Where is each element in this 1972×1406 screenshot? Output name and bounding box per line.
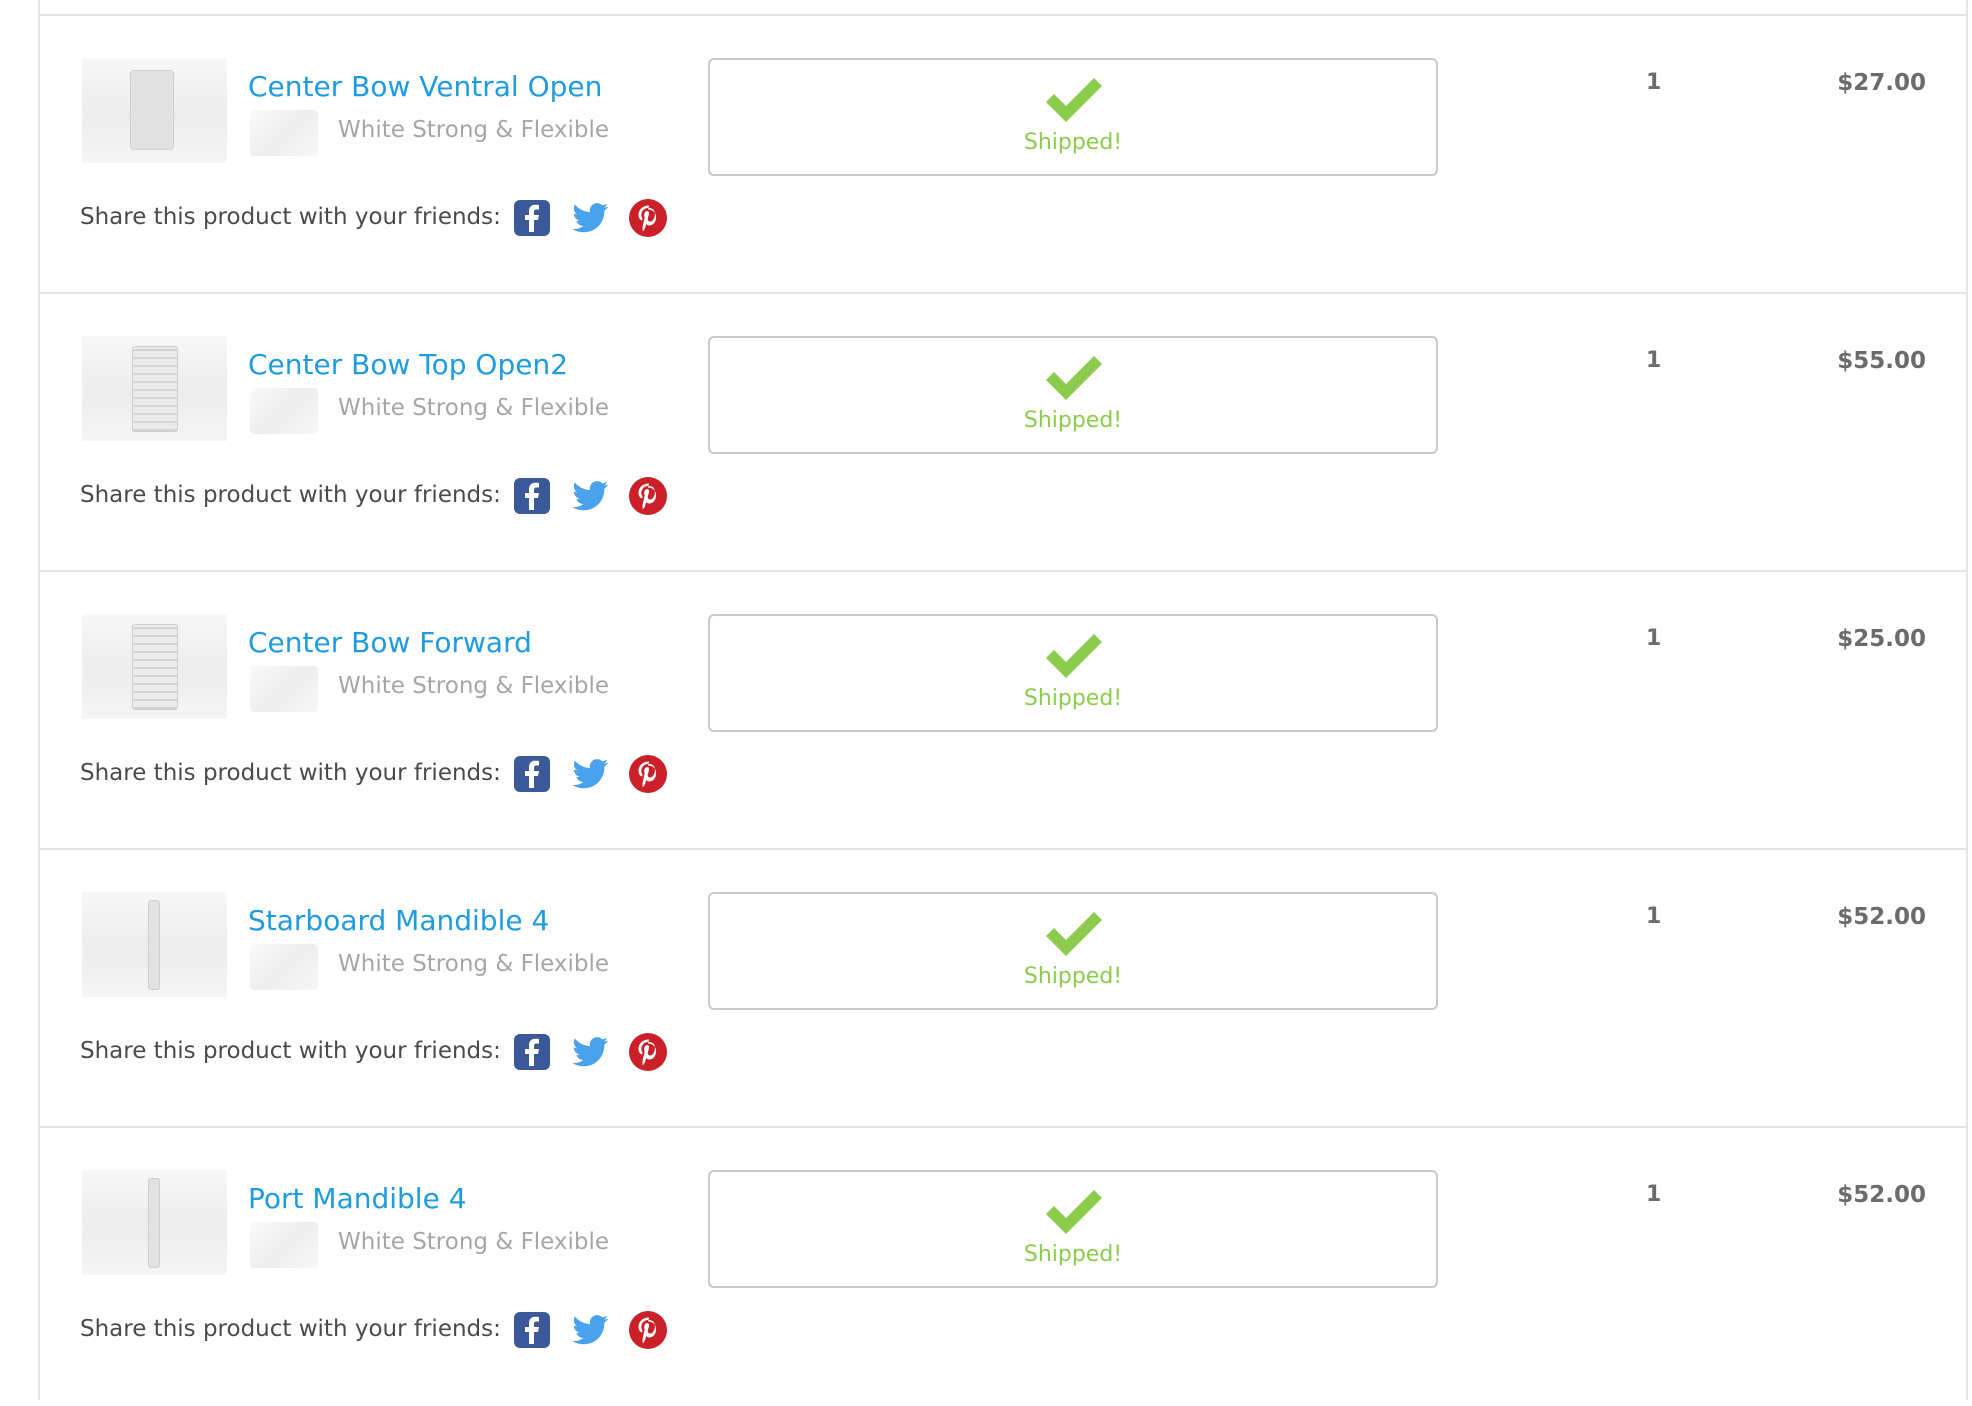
quantity: 1 bbox=[1646, 626, 1662, 651]
product-model-image bbox=[132, 346, 178, 432]
shipping-status-box: Shipped! bbox=[708, 336, 1438, 454]
shipping-status-box: Shipped! bbox=[708, 614, 1438, 732]
material-name: White Strong & Flexible bbox=[338, 395, 610, 421]
twitter-share-button[interactable] bbox=[570, 476, 610, 516]
quantity: 1 bbox=[1646, 70, 1662, 95]
quantity: 1 bbox=[1646, 348, 1662, 373]
shipping-status-box: Shipped! bbox=[708, 1170, 1438, 1288]
twitter-share-button[interactable] bbox=[570, 754, 610, 794]
share-label: Share this product with your friends: bbox=[80, 482, 501, 508]
product-thumbnail[interactable] bbox=[82, 1170, 227, 1275]
shipping-status-text: Shipped! bbox=[1023, 408, 1123, 433]
material-name: White Strong & Flexible bbox=[338, 117, 610, 143]
checkmark-icon bbox=[1043, 1188, 1105, 1238]
pinterest-share-button[interactable] bbox=[628, 1310, 668, 1350]
twitter-icon bbox=[572, 1315, 608, 1345]
shipping-status-text: Shipped! bbox=[1023, 130, 1123, 155]
price: $52.00 bbox=[1837, 1182, 1926, 1208]
material-swatch bbox=[250, 666, 318, 712]
order-item: Starboard Mandible 4 White Strong & Flex… bbox=[40, 850, 1966, 1128]
product-thumbnail[interactable] bbox=[82, 58, 227, 163]
material-name: White Strong & Flexible bbox=[338, 673, 610, 699]
facebook-share-button[interactable] bbox=[512, 1310, 552, 1350]
facebook-icon bbox=[514, 1312, 550, 1348]
product-model-image bbox=[148, 900, 160, 990]
order-item: Center Bow Top Open2 White Strong & Flex… bbox=[40, 294, 1966, 572]
shipping-status-box: Shipped! bbox=[708, 892, 1438, 1010]
checkmark-icon bbox=[1043, 76, 1105, 126]
material-swatch bbox=[250, 110, 318, 156]
price: $25.00 bbox=[1837, 626, 1926, 652]
pinterest-share-button[interactable] bbox=[628, 754, 668, 794]
twitter-icon bbox=[572, 1037, 608, 1067]
quantity: 1 bbox=[1646, 904, 1662, 929]
pinterest-icon bbox=[629, 1311, 667, 1349]
pinterest-icon bbox=[629, 1033, 667, 1071]
pinterest-icon bbox=[629, 755, 667, 793]
twitter-share-button[interactable] bbox=[570, 1032, 610, 1072]
product-name-link[interactable]: Center Bow Top Open2 bbox=[248, 348, 568, 381]
facebook-icon bbox=[514, 1034, 550, 1070]
pinterest-share-button[interactable] bbox=[628, 198, 668, 238]
facebook-share-button[interactable] bbox=[512, 476, 552, 516]
shipping-status-text: Shipped! bbox=[1023, 686, 1123, 711]
material-swatch bbox=[250, 944, 318, 990]
product-name-link[interactable]: Starboard Mandible 4 bbox=[248, 904, 549, 937]
twitter-share-button[interactable] bbox=[570, 1310, 610, 1350]
material-name: White Strong & Flexible bbox=[338, 1229, 610, 1255]
material-swatch bbox=[250, 1222, 318, 1268]
twitter-icon bbox=[572, 759, 608, 789]
share-label: Share this product with your friends: bbox=[80, 204, 501, 230]
checkmark-icon bbox=[1043, 910, 1105, 960]
twitter-share-button[interactable] bbox=[570, 198, 610, 238]
pinterest-share-button[interactable] bbox=[628, 476, 668, 516]
facebook-icon bbox=[514, 200, 550, 236]
shipping-status-text: Shipped! bbox=[1023, 964, 1123, 989]
quantity: 1 bbox=[1646, 1182, 1662, 1207]
twitter-icon bbox=[572, 203, 608, 233]
product-thumbnail[interactable] bbox=[82, 614, 227, 719]
checkmark-icon bbox=[1043, 354, 1105, 404]
price: $27.00 bbox=[1837, 70, 1926, 96]
facebook-share-button[interactable] bbox=[512, 198, 552, 238]
product-thumbnail[interactable] bbox=[82, 336, 227, 441]
share-label: Share this product with your friends: bbox=[80, 760, 501, 786]
twitter-icon bbox=[572, 481, 608, 511]
order-item: Center Bow Forward White Strong & Flexib… bbox=[40, 572, 1966, 850]
price: $52.00 bbox=[1837, 904, 1926, 930]
material-swatch bbox=[250, 388, 318, 434]
pinterest-icon bbox=[629, 199, 667, 237]
order-items-list: Center Bow Ventral Open White Strong & F… bbox=[38, 0, 1968, 1400]
product-model-image bbox=[132, 624, 178, 710]
facebook-icon bbox=[514, 478, 550, 514]
price: $55.00 bbox=[1837, 348, 1926, 374]
share-label: Share this product with your friends: bbox=[80, 1316, 501, 1342]
facebook-share-button[interactable] bbox=[512, 1032, 552, 1072]
share-label: Share this product with your friends: bbox=[80, 1038, 501, 1064]
shipping-status-text: Shipped! bbox=[1023, 1242, 1123, 1267]
product-name-link[interactable]: Center Bow Ventral Open bbox=[248, 70, 602, 103]
product-model-image bbox=[148, 1178, 160, 1268]
shipping-status-box: Shipped! bbox=[708, 58, 1438, 176]
product-model-image bbox=[130, 70, 174, 150]
material-name: White Strong & Flexible bbox=[338, 951, 610, 977]
pinterest-icon bbox=[629, 477, 667, 515]
product-name-link[interactable]: Port Mandible 4 bbox=[248, 1182, 467, 1215]
pinterest-share-button[interactable] bbox=[628, 1032, 668, 1072]
product-name-link[interactable]: Center Bow Forward bbox=[248, 626, 532, 659]
order-item: Port Mandible 4 White Strong & Flexible … bbox=[40, 1128, 1966, 1406]
facebook-icon bbox=[514, 756, 550, 792]
order-item: Center Bow Ventral Open White Strong & F… bbox=[40, 16, 1966, 294]
checkmark-icon bbox=[1043, 632, 1105, 682]
product-thumbnail[interactable] bbox=[82, 892, 227, 997]
facebook-share-button[interactable] bbox=[512, 754, 552, 794]
